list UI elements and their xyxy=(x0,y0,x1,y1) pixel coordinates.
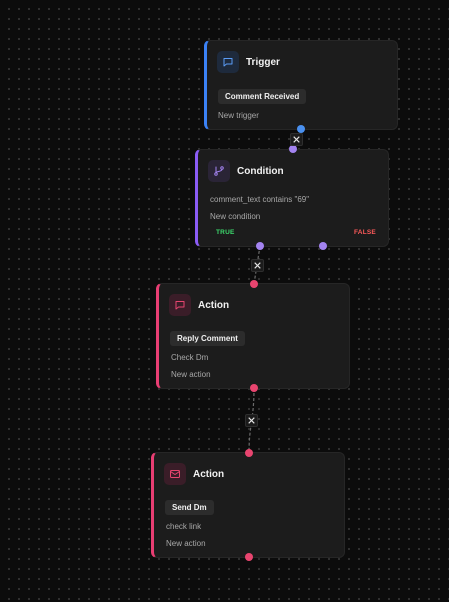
action1-subtitle: New action xyxy=(171,370,211,379)
action2-detail: check link xyxy=(166,522,202,531)
workflow-canvas[interactable]: Trigger Comment Received New trigger Con… xyxy=(0,0,449,602)
trigger-event-chip[interactable]: Comment Received xyxy=(218,89,307,104)
action2-type-chip[interactable]: Send Dm xyxy=(165,500,214,515)
mail-icon xyxy=(164,463,186,485)
condition-subtitle: New condition xyxy=(210,212,261,221)
action1-type-chip[interactable]: Reply Comment xyxy=(170,331,245,346)
chat-bubble-icon xyxy=(217,51,239,73)
action2-input-handle[interactable] xyxy=(245,449,253,457)
condition-true-label: TRUE xyxy=(216,229,235,236)
action-node-reply-comment[interactable]: Action Reply Comment Check Dm New action xyxy=(156,283,350,389)
condition-true-handle[interactable] xyxy=(256,242,264,250)
action1-detail: Check Dm xyxy=(171,353,209,362)
delete-edge-condition-action1-button[interactable] xyxy=(251,259,264,272)
trigger-node[interactable]: Trigger Comment Received New trigger xyxy=(204,40,398,130)
action1-input-handle[interactable] xyxy=(250,280,258,288)
condition-title: Condition xyxy=(237,165,284,177)
condition-rule: comment_text contains "69" xyxy=(210,195,310,204)
condition-false-handle[interactable] xyxy=(319,242,327,250)
action2-title: Action xyxy=(193,468,225,480)
close-icon xyxy=(293,136,300,143)
action1-output-handle[interactable] xyxy=(250,384,258,392)
trigger-output-handle[interactable] xyxy=(297,125,305,133)
action2-output-handle[interactable] xyxy=(245,553,253,561)
condition-node[interactable]: Condition comment_text contains "69" New… xyxy=(195,149,389,247)
condition-input-handle[interactable] xyxy=(289,145,297,153)
trigger-title: Trigger xyxy=(246,56,280,68)
action2-subtitle: New action xyxy=(166,539,206,548)
delete-edge-trigger-condition-button[interactable] xyxy=(290,133,303,146)
chat-bubble-icon xyxy=(169,294,191,316)
action-node-send-dm[interactable]: Action Send Dm check link New action xyxy=(151,452,345,558)
delete-edge-action1-action2-button[interactable] xyxy=(245,414,258,427)
branch-icon xyxy=(208,160,230,182)
action1-title: Action xyxy=(198,299,230,311)
close-icon xyxy=(254,262,261,269)
close-icon xyxy=(248,417,255,424)
trigger-subtitle: New trigger xyxy=(218,111,259,120)
condition-false-label: FALSE xyxy=(354,229,376,236)
